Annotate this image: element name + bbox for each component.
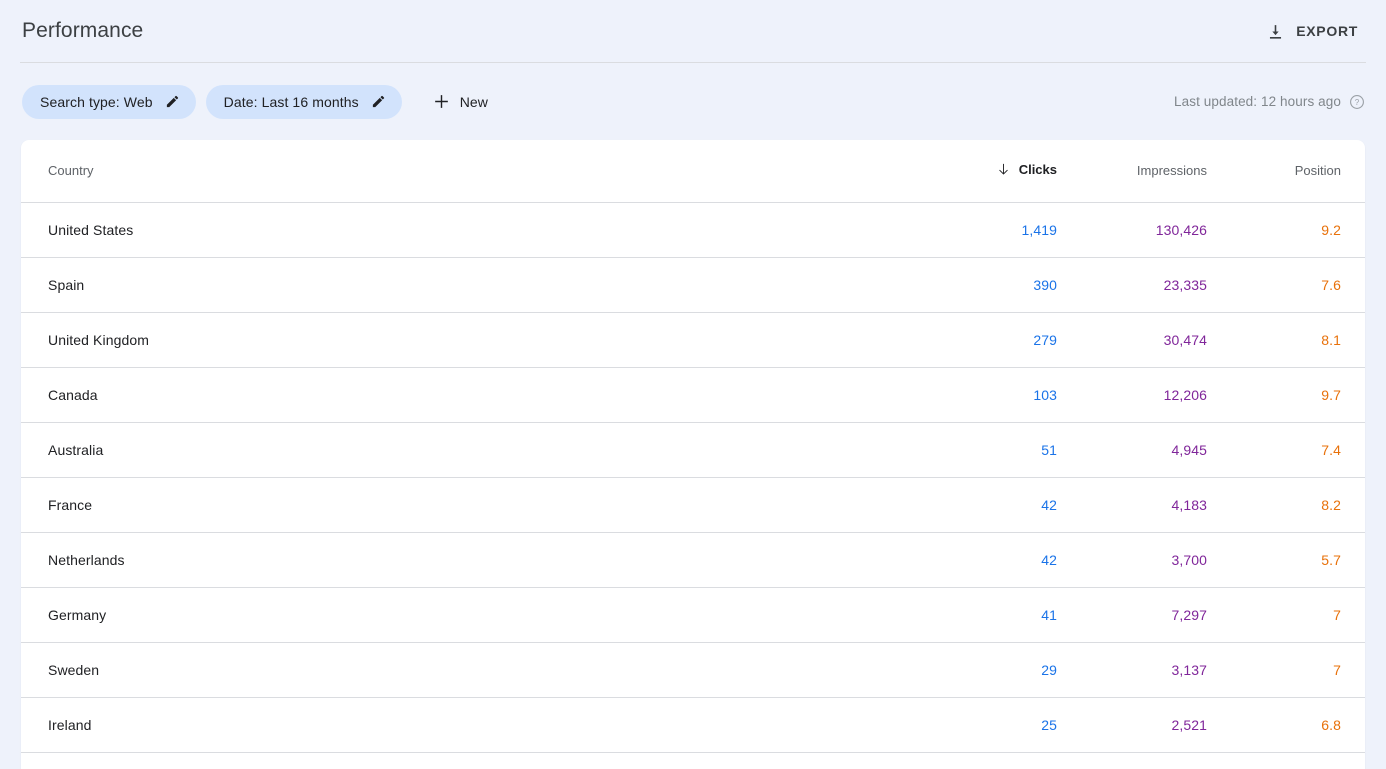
table-cell-impressions: 130,426 — [1081, 202, 1231, 257]
arrow-down-icon — [996, 162, 1011, 177]
table-cell-clicks: 29 — [921, 642, 1081, 697]
page-header: Performance EXPORT — [0, 0, 1386, 62]
help-circle-icon[interactable]: ? — [1349, 94, 1365, 110]
column-header-clicks[interactable]: Clicks — [921, 140, 1081, 202]
table-row[interactable]: Ireland252,5216.8 — [21, 697, 1365, 752]
table-cell-country: Spain — [21, 257, 921, 312]
table-cell-impressions: 4,183 — [1081, 477, 1231, 532]
table-row[interactable]: Australia514,9457.4 — [21, 422, 1365, 477]
table-cell-impressions: 7,297 — [1081, 587, 1231, 642]
table-row[interactable]: Spain39023,3357.6 — [21, 257, 1365, 312]
table-cell-position: 9.2 — [1231, 202, 1365, 257]
filter-chip-date[interactable]: Date: Last 16 months — [206, 85, 402, 119]
table-row[interactable]: United States1,419130,4269.2 — [21, 202, 1365, 257]
table-cell-clicks: 279 — [921, 312, 1081, 367]
table-cell-position: 7.4 — [1231, 422, 1365, 477]
table-cell-country: United States — [21, 202, 921, 257]
table-row[interactable]: Germany417,2977 — [21, 587, 1365, 642]
table-cell-clicks: 42 — [921, 532, 1081, 587]
table-body: United States1,419130,4269.2Spain39023,3… — [21, 202, 1365, 752]
page-title: Performance — [22, 0, 143, 62]
table-cell-position: 8.1 — [1231, 312, 1365, 367]
table-header: Country Clicks Impressions — [21, 140, 1365, 202]
column-header-position-label: Position — [1295, 163, 1341, 178]
pencil-icon[interactable] — [371, 94, 386, 109]
plus-icon — [432, 92, 451, 111]
table-cell-country: Canada — [21, 367, 921, 422]
table-cell-impressions: 2,521 — [1081, 697, 1231, 752]
table-cell-clicks: 41 — [921, 587, 1081, 642]
performance-table-card: Country Clicks Impressions — [21, 140, 1365, 769]
table-row[interactable]: France424,1838.2 — [21, 477, 1365, 532]
column-header-clicks-label: Clicks — [1019, 162, 1057, 177]
column-header-country-label: Country — [48, 163, 94, 178]
filter-chip-search-type[interactable]: Search type: Web — [22, 85, 196, 119]
table-cell-clicks: 103 — [921, 367, 1081, 422]
table-cell-country: United Kingdom — [21, 312, 921, 367]
table-header-row: Country Clicks Impressions — [21, 140, 1365, 202]
table-cell-country: Netherlands — [21, 532, 921, 587]
last-updated-text: Last updated: 12 hours ago — [1174, 94, 1341, 109]
table-cell-country: Ireland — [21, 697, 921, 752]
column-header-impressions[interactable]: Impressions — [1081, 140, 1231, 202]
table-row[interactable]: Netherlands423,7005.7 — [21, 532, 1365, 587]
svg-text:?: ? — [1355, 97, 1360, 106]
table-cell-country: Australia — [21, 422, 921, 477]
column-header-impressions-label: Impressions — [1137, 163, 1207, 178]
add-filter-button[interactable]: New — [422, 85, 500, 119]
table-cell-clicks: 25 — [921, 697, 1081, 752]
add-filter-button-label: New — [460, 94, 488, 110]
table-cell-impressions: 30,474 — [1081, 312, 1231, 367]
table-cell-position: 8.2 — [1231, 477, 1365, 532]
table-cell-country: Germany — [21, 587, 921, 642]
filter-chip-search-type-label: Search type: Web — [40, 94, 153, 110]
column-header-country[interactable]: Country — [21, 140, 921, 202]
filter-chip-group: Search type: Web Date: Last 16 months — [22, 85, 1174, 119]
export-button[interactable]: EXPORT — [1258, 16, 1366, 47]
table-cell-position: 7.6 — [1231, 257, 1365, 312]
performance-table: Country Clicks Impressions — [21, 140, 1365, 752]
download-icon — [1266, 22, 1285, 41]
export-button-label: EXPORT — [1296, 23, 1358, 39]
table-cell-impressions: 4,945 — [1081, 422, 1231, 477]
table-cell-clicks: 1,419 — [921, 202, 1081, 257]
table-cell-clicks: 42 — [921, 477, 1081, 532]
table-cell-position: 5.7 — [1231, 532, 1365, 587]
table-cell-country: France — [21, 477, 921, 532]
pencil-icon[interactable] — [165, 94, 180, 109]
table-row[interactable]: Canada10312,2069.7 — [21, 367, 1365, 422]
table-cell-country: Sweden — [21, 642, 921, 697]
table-cell-position: 7 — [1231, 587, 1365, 642]
filter-bar: Search type: Web Date: Last 16 months — [0, 63, 1386, 140]
table-cell-clicks: 390 — [921, 257, 1081, 312]
table-cell-position: 6.8 — [1231, 697, 1365, 752]
table-row[interactable]: Sweden293,1377 — [21, 642, 1365, 697]
column-header-position[interactable]: Position — [1231, 140, 1365, 202]
table-row-partial[interactable] — [21, 752, 1365, 769]
last-updated: Last updated: 12 hours ago ? — [1174, 94, 1365, 110]
table-cell-clicks: 51 — [921, 422, 1081, 477]
table-cell-position: 7 — [1231, 642, 1365, 697]
table-cell-impressions: 3,700 — [1081, 532, 1231, 587]
table-cell-position: 9.7 — [1231, 367, 1365, 422]
table-row[interactable]: United Kingdom27930,4748.1 — [21, 312, 1365, 367]
filter-chip-date-label: Date: Last 16 months — [224, 94, 359, 110]
table-cell-impressions: 3,137 — [1081, 642, 1231, 697]
table-cell-impressions: 23,335 — [1081, 257, 1231, 312]
table-cell-impressions: 12,206 — [1081, 367, 1231, 422]
